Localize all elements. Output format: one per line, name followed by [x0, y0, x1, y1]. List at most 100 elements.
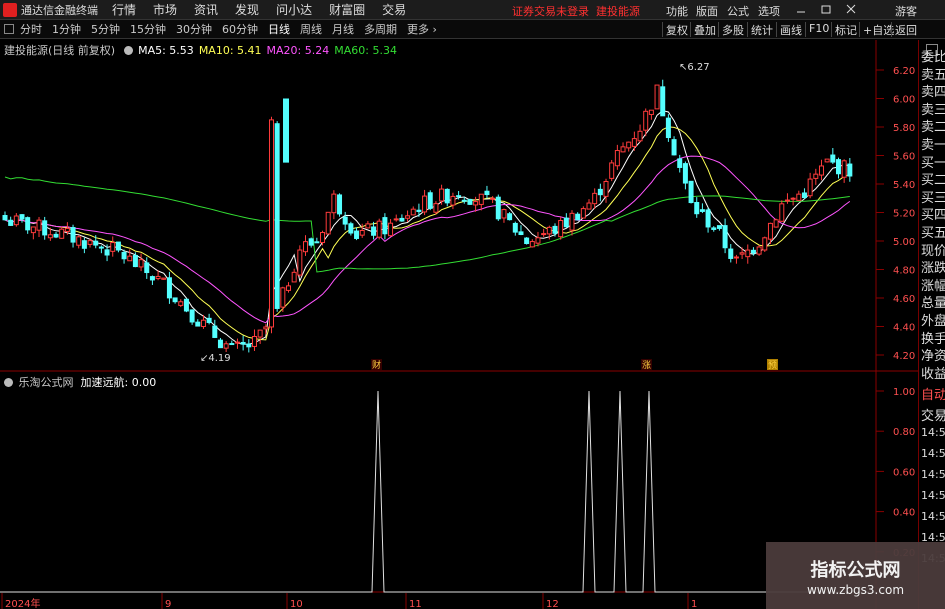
minimize-window-icon[interactable] — [795, 3, 807, 15]
menu-item-news[interactable]: 资讯 — [194, 1, 218, 18]
close-window-icon[interactable] — [845, 3, 857, 15]
login-notice[interactable]: 证券交易未登录 建投能源 — [512, 3, 640, 19]
user-guest[interactable]: 游客 — [895, 3, 917, 19]
candle-up — [422, 195, 428, 213]
candle-up — [320, 232, 326, 244]
candle-up — [87, 240, 93, 245]
candle-down — [104, 249, 110, 256]
candle-down — [217, 339, 223, 349]
candle-up — [388, 222, 394, 237]
date-tick-label: 1 — [691, 599, 697, 609]
candle-down — [229, 343, 235, 346]
quote-label: 卖四 — [921, 85, 945, 101]
price-tick-label: 4.80 — [893, 266, 915, 277]
price-tick-label: 5.60 — [893, 152, 915, 163]
grid-lines — [1, 69, 884, 609]
candle-down — [274, 123, 280, 309]
add-watchlist-button[interactable]: +自选 — [859, 22, 894, 37]
menu-item-trade[interactable]: 交易 — [382, 1, 406, 18]
kline-chart[interactable]: ↖6.27 ↙4.19 财 涨 预 6.20 6.00 5.80 5.60 5.40 5.20 5.… — [0, 40, 918, 609]
quote-label: 总量 — [921, 296, 945, 312]
quote-label: 买一 — [921, 155, 945, 171]
menu-item-discover[interactable]: 发现 — [235, 1, 259, 18]
candle-up — [813, 173, 819, 179]
period-tab-1min[interactable]: 1分钟 — [52, 21, 81, 37]
candle-down — [399, 217, 405, 222]
period-tab-monthly[interactable]: 月线 — [332, 21, 354, 37]
restore-window-icon[interactable] — [820, 3, 832, 15]
period-tab-60min[interactable]: 60分钟 — [222, 21, 258, 37]
candle-up — [303, 241, 309, 253]
menu-formula[interactable]: 公式 — [727, 3, 749, 19]
candle-up — [586, 202, 592, 210]
menu-function[interactable]: 功能 — [666, 3, 688, 19]
candle-up — [234, 341, 240, 344]
menu-layout[interactable]: 版面 — [696, 3, 718, 19]
period-tab-weekly[interactable]: 周线 — [300, 21, 322, 37]
candle-up — [762, 237, 768, 251]
quote-label: 净资 — [921, 349, 945, 365]
period-tab-15min[interactable]: 15分钟 — [130, 21, 166, 37]
watermark-title: 指标公式网 — [810, 560, 901, 581]
candlesticks — [2, 79, 853, 353]
candle-up — [433, 203, 439, 213]
candle-down — [53, 233, 59, 238]
candle-down — [189, 309, 195, 323]
period-tab-30min[interactable]: 30分钟 — [176, 21, 212, 37]
candle-down — [98, 246, 104, 249]
candle-up — [796, 193, 802, 201]
period-tab-daily[interactable]: 日线 — [268, 21, 290, 37]
period-tab-more[interactable]: 更多 › — [407, 21, 437, 37]
low-price-label: ↙4.19 — [200, 353, 231, 364]
event-marker[interactable]: 财 — [372, 359, 381, 371]
quote-label: 涨跌 — [921, 261, 945, 277]
multi-stock-button[interactable]: 多股 — [718, 22, 744, 37]
candle-up — [745, 249, 751, 258]
menu-item-ask[interactable]: 问小达 — [276, 1, 312, 18]
quote-label: 外盘 — [921, 314, 945, 329]
period-tab-multi[interactable]: 多周期 — [364, 21, 397, 37]
menu-item-wealth[interactable]: 财富圈 — [329, 1, 365, 18]
statistics-button[interactable]: 统计 — [747, 22, 773, 37]
candle-up — [784, 199, 790, 202]
period-tab-timeshare[interactable]: 分时 — [20, 21, 42, 37]
candle-down — [495, 196, 501, 220]
event-marker[interactable]: 预 — [768, 360, 777, 371]
candle-up — [47, 234, 53, 239]
candle-up — [138, 259, 144, 268]
menu-options[interactable]: 选项 — [758, 3, 780, 19]
candle-down — [166, 277, 172, 299]
candle-down — [597, 188, 603, 196]
candle-down — [461, 199, 467, 202]
trade-time: 14:56 — [921, 489, 945, 502]
back-button[interactable]: 返回 — [891, 22, 917, 37]
candle-up — [529, 241, 535, 248]
candle-down — [835, 159, 841, 175]
candle-down — [149, 276, 155, 281]
date-tick-label: 12 — [546, 599, 559, 609]
trade-time: 14:56 — [921, 510, 945, 523]
mark-button[interactable]: 标记 — [831, 22, 857, 37]
adjust-button[interactable]: 复权 — [662, 22, 688, 37]
event-marker[interactable]: 涨 — [642, 360, 651, 371]
candle-up — [739, 252, 745, 255]
menu-item-exchange[interactable]: 市场 — [153, 1, 177, 18]
price-tick-label: 4.20 — [893, 351, 915, 362]
candle-down — [121, 251, 127, 260]
panel-toggle-icon[interactable] — [4, 24, 14, 34]
price-tick-label: 5.00 — [893, 237, 915, 248]
indicator-plot — [0, 390, 876, 593]
candle-down — [705, 209, 711, 228]
candle-up — [580, 208, 586, 219]
period-tab-5min[interactable]: 5分钟 — [91, 21, 120, 37]
candle-down — [93, 240, 99, 246]
quote-label: 卖一 — [921, 138, 945, 153]
menu-item-market[interactable]: 行情 — [112, 1, 136, 18]
f10-button[interactable]: F10 — [805, 22, 829, 37]
candle-up — [127, 255, 133, 262]
draw-line-button[interactable]: 画线 — [776, 22, 802, 37]
overlay-button[interactable]: 叠加 — [690, 22, 716, 37]
candle-up — [648, 109, 654, 115]
candle-down — [728, 248, 734, 259]
candle-up — [393, 218, 399, 221]
